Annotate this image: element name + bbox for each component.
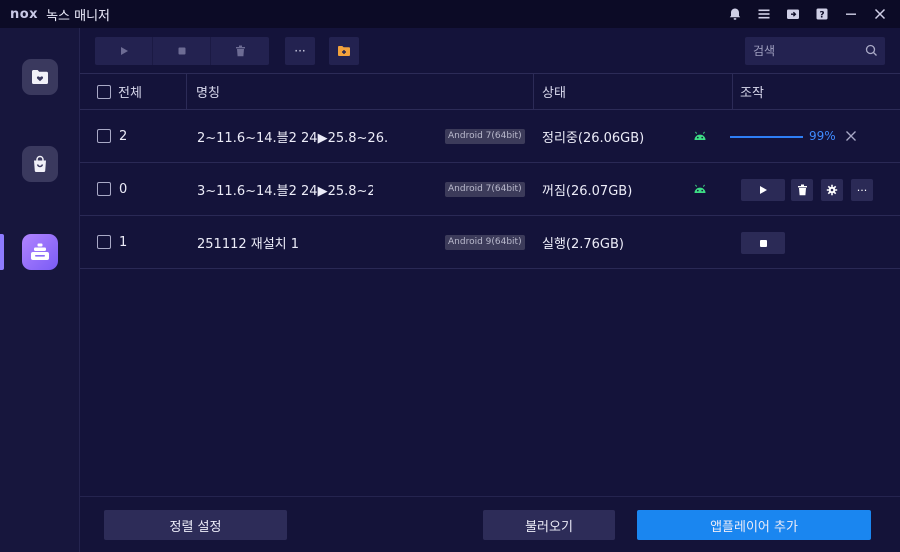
android-icon	[694, 184, 706, 193]
play-icon	[760, 186, 767, 194]
bag-icon	[34, 155, 46, 172]
android-version-badge: Android 7(64bit)	[445, 182, 525, 197]
cancel-button[interactable]	[845, 110, 857, 162]
sort-settings-button[interactable]: 정렬 설정	[104, 510, 287, 540]
batch-stop-button[interactable]	[153, 37, 211, 65]
header-action: 조작	[740, 86, 764, 101]
nox-logo: nox	[10, 6, 39, 22]
folder-heart-icon	[32, 70, 48, 84]
export-icon[interactable]	[778, 0, 807, 28]
active-indicator	[0, 234, 4, 270]
row-checkbox[interactable]	[97, 235, 111, 249]
minimize-icon[interactable]	[836, 0, 865, 28]
more-label: ···	[294, 44, 306, 58]
delete-button[interactable]	[791, 179, 813, 201]
svg-text:?: ?	[819, 11, 824, 21]
app-title: 녹스 매니저	[46, 8, 111, 24]
start-button[interactable]	[741, 179, 785, 201]
search-input[interactable]	[753, 44, 863, 58]
table-row[interactable]: 1 251112 재설치 1 Android 9(64bit) 실행(2.76G…	[80, 216, 900, 269]
instance-status: 실행(2.76GB)	[542, 236, 625, 252]
stop-icon	[759, 239, 767, 247]
trash-icon	[797, 184, 807, 196]
stop-button[interactable]	[741, 232, 785, 254]
instance-status: 꺼짐(26.07GB)	[542, 183, 633, 199]
title-bar: nox 녹스 매니저 ?	[0, 0, 900, 28]
row-select: 1	[97, 216, 127, 268]
header-all: 전체	[118, 86, 142, 101]
add-folder-button[interactable]	[329, 37, 359, 65]
select-all-checkbox[interactable]	[97, 84, 111, 99]
main-panel: ··· 전체 명칭 상태 조작 2 2~11.6~14.블2 24▶25.8~2…	[80, 28, 900, 552]
play-icon	[120, 47, 128, 55]
progress-bar	[730, 136, 803, 138]
footer-bar: 정렬 설정 불러오기 앱플레이어 추가	[80, 496, 900, 552]
search-icon[interactable]	[865, 44, 878, 57]
sidebar-item-app-store[interactable]	[22, 146, 58, 182]
select-all: 전체	[97, 74, 142, 109]
toolbar: ···	[80, 28, 900, 73]
gear-icon	[826, 184, 838, 196]
column-divider	[186, 74, 187, 109]
stop-icon	[178, 47, 185, 55]
close-icon[interactable]	[865, 0, 894, 28]
more-button[interactable]: ···	[285, 37, 315, 65]
stack-icon	[31, 243, 49, 260]
table-row[interactable]: 2 2~11.6~14.블2 24▶25.8~26. Android 7(64b…	[80, 110, 900, 163]
instance-name: 3~11.6~14.블2 24▶25.8~26.(	[197, 183, 373, 199]
row-checkbox[interactable]	[97, 129, 111, 143]
column-divider	[533, 74, 534, 109]
android-version-badge: Android 9(64bit)	[445, 235, 525, 250]
row-index: 0	[119, 181, 128, 197]
header-name: 명칭	[196, 86, 220, 101]
search-box	[745, 37, 885, 65]
more-label: ···	[856, 183, 868, 197]
table-row[interactable]: 0 3~11.6~14.블2 24▶25.8~26.( Android 7(64…	[80, 163, 900, 216]
android-version-badge: Android 7(64bit)	[445, 129, 525, 144]
sidebar-item-multi-instance[interactable]	[22, 59, 58, 95]
batch-start-button[interactable]	[95, 37, 153, 65]
sidebar-item-instance-manager[interactable]	[22, 234, 58, 270]
row-checkbox[interactable]	[97, 182, 111, 196]
menu-icon[interactable]	[749, 0, 778, 28]
window-controls: ?	[720, 0, 894, 28]
column-divider	[732, 74, 733, 109]
folder-add-icon	[338, 46, 350, 56]
sidebar	[0, 28, 80, 552]
row-select: 2	[97, 110, 127, 162]
batch-delete-button[interactable]	[211, 37, 269, 65]
table-header: 전체 명칭 상태 조작	[80, 73, 900, 110]
progress-percent: 99%	[809, 129, 836, 143]
instance-status: 정리중(26.06GB)	[542, 130, 645, 146]
batch-action-group	[95, 37, 269, 65]
android-icon	[694, 131, 706, 140]
instance-name: 251112 재설치 1	[197, 236, 300, 252]
header-status: 상태	[542, 86, 566, 101]
add-player-button[interactable]: 앱플레이어 추가	[637, 510, 871, 540]
bell-icon[interactable]	[720, 0, 749, 28]
row-index: 2	[119, 128, 128, 144]
close-icon	[846, 131, 856, 141]
trash-icon	[235, 45, 245, 57]
help-icon[interactable]: ?	[807, 0, 836, 28]
settings-button[interactable]	[821, 179, 843, 201]
row-select: 0	[97, 163, 127, 215]
row-index: 1	[119, 234, 128, 250]
instance-name: 2~11.6~14.블2 24▶25.8~26.	[197, 130, 389, 146]
more-options-button[interactable]: ···	[851, 179, 873, 201]
import-button[interactable]: 불러오기	[483, 510, 615, 540]
